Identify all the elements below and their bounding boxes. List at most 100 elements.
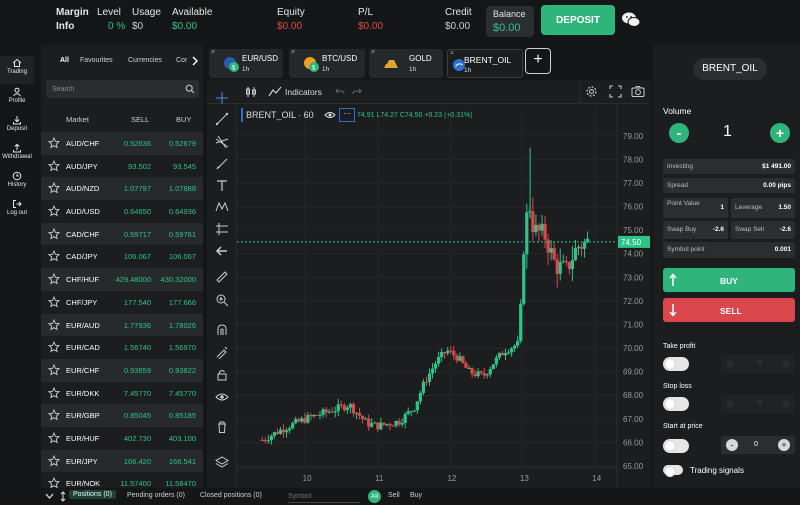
deposit-button[interactable]: DEPOSIT (541, 5, 615, 35)
market-buy-price[interactable]: 0.64936 (169, 207, 196, 216)
pitchfork-icon[interactable] (215, 135, 229, 149)
start-price-plus-button[interactable]: + (778, 439, 790, 451)
market-row[interactable]: EUR/CHF 0.93659 0.93822 (41, 358, 203, 382)
take-profit-toggle[interactable] (663, 357, 689, 371)
symbol-filter-input[interactable] (288, 490, 360, 503)
filter-all[interactable]: All (368, 490, 381, 503)
measure-icon[interactable] (215, 222, 229, 236)
nav-deposit[interactable]: Deposit (0, 113, 34, 139)
star-icon[interactable] (48, 205, 60, 217)
filter-sell[interactable]: Sell (388, 492, 400, 499)
market-sell-price[interactable]: 93.502 (128, 162, 151, 171)
star-icon[interactable] (48, 273, 60, 285)
star-icon[interactable] (48, 137, 60, 149)
chart-tab-btcusd[interactable]: × $ BTC/USD 1h (289, 49, 365, 78)
fullscreen-icon[interactable] (609, 85, 622, 98)
nav-profile[interactable]: Profile (0, 85, 34, 111)
start-price-toggle[interactable] (663, 439, 689, 453)
market-sell-price[interactable]: 177.540 (124, 298, 151, 307)
trend-line-icon[interactable] (215, 112, 229, 126)
price-chart[interactable]: 65.00 66.00 67.00 68.00 69.00 70.00 71.00 72.00… (237, 104, 651, 488)
chart-tab-brent-oil[interactable]: × BRENT_OIL 1h (447, 49, 523, 78)
search-icon[interactable] (185, 84, 195, 94)
market-row[interactable]: EUR/GBP 0.85045 0.85185 (41, 404, 203, 427)
market-row[interactable]: CAD/CHF 0.59717 0.59761 (41, 222, 203, 246)
market-buy-price[interactable]: 1.78026 (169, 321, 196, 330)
market-sell-price[interactable]: 0.85045 (124, 411, 151, 420)
pencil-lock-icon[interactable] (215, 345, 229, 359)
sell-button[interactable]: SELL (663, 298, 795, 322)
crosshair-icon[interactable] (215, 91, 229, 105)
market-row[interactable]: AUD/NZD 1.07797 1.07888 (41, 177, 203, 201)
market-sell-price[interactable]: 1.56740 (124, 343, 151, 352)
nav-logout[interactable]: Log out (0, 197, 34, 223)
star-icon[interactable] (48, 250, 60, 262)
market-sell-price[interactable]: 402.730 (124, 434, 151, 443)
zoom-in-icon[interactable] (215, 293, 229, 307)
market-buy-price[interactable]: 403.100 (169, 434, 196, 443)
market-buy-price[interactable]: 166.541 (169, 457, 196, 466)
candle-type-icon[interactable] (245, 86, 257, 98)
tab-commodities[interactable]: Cor (176, 57, 187, 64)
resize-vertical-icon[interactable] (60, 491, 66, 502)
volume-plus-button[interactable]: + (770, 123, 790, 143)
market-buy-price[interactable]: 0.59761 (169, 230, 196, 239)
filter-buy[interactable]: Buy (410, 492, 422, 499)
nav-withdrawal[interactable]: Withdrawal (0, 141, 34, 167)
market-row[interactable]: EUR/NOK 11.57400 11.58470 (41, 472, 203, 488)
arrow-left-icon[interactable] (215, 244, 229, 258)
nav-trading[interactable]: Trading (0, 56, 34, 84)
camera-icon[interactable] (631, 85, 645, 98)
market-buy-price[interactable]: 106.067 (169, 252, 196, 261)
close-icon[interactable]: × (371, 49, 375, 56)
volume-minus-button[interactable]: - (669, 123, 689, 143)
market-sell-price[interactable]: 1.07797 (124, 184, 151, 193)
redo-icon[interactable] (352, 87, 362, 97)
wechat-icon[interactable] (621, 10, 641, 30)
indicators-icon[interactable] (268, 86, 282, 98)
star-icon[interactable] (48, 227, 60, 240)
star-icon[interactable] (48, 363, 60, 376)
market-sell-price[interactable]: 0.52636 (124, 139, 151, 148)
tab-all[interactable]: All (60, 57, 69, 64)
market-row[interactable]: AUD/USD 0.64850 0.64936 (41, 200, 203, 223)
tab-currencies[interactable]: Currencies (128, 57, 162, 64)
market-row[interactable]: EUR/CAD 1.56740 1.56970 (41, 336, 203, 359)
market-buy-price[interactable]: 0.85185 (169, 411, 196, 420)
text-tool-icon[interactable] (215, 179, 229, 193)
add-chart-tab-button[interactable]: + (525, 48, 551, 74)
chart-tab-eurusd[interactable]: × $ EUR/USD 1h (209, 49, 283, 78)
market-row[interactable]: EUR/AUD 1.77936 1.78026 (41, 313, 203, 337)
ruler-icon[interactable] (215, 270, 229, 284)
market-row[interactable]: AUD/CHF 0.52636 0.52679 (41, 132, 203, 155)
nav-history[interactable]: History (0, 169, 34, 195)
star-icon[interactable] (48, 295, 60, 308)
eye-icon[interactable] (215, 390, 229, 404)
market-row[interactable]: EUR/DKK 7.45770 7.45770 (41, 382, 203, 405)
stop-loss-toggle[interactable] (663, 397, 689, 411)
close-icon[interactable]: × (291, 49, 295, 56)
market-buy-price[interactable]: 1.07888 (169, 184, 196, 193)
market-row[interactable]: EUR/JPY 166.420 166.541 (41, 449, 203, 473)
volume-value[interactable]: 1 (723, 123, 732, 141)
start-price-field[interactable]: - 0 + (721, 436, 795, 454)
market-buy-price[interactable]: 1.56970 (169, 343, 196, 352)
indicators-button[interactable]: Indicators (285, 87, 322, 97)
pattern-icon[interactable] (215, 200, 229, 214)
start-price-minus-button[interactable]: - (726, 439, 738, 451)
trash-icon[interactable] (215, 420, 229, 434)
lock-icon[interactable] (215, 368, 229, 382)
market-row[interactable]: EUR/HUF 402.730 403.100 (41, 427, 203, 450)
brush-icon[interactable] (215, 157, 229, 171)
market-row[interactable]: CHF/JPY 177.540 177.666 (41, 291, 203, 314)
eye-icon[interactable] (324, 110, 336, 120)
star-icon[interactable] (48, 341, 60, 353)
chevron-down-icon[interactable] (45, 493, 54, 500)
market-buy-price[interactable]: 93.545 (173, 162, 196, 171)
market-sell-price[interactable]: 11.57400 (120, 479, 151, 488)
market-buy-price[interactable]: 430.32000 (161, 275, 196, 284)
star-icon[interactable] (48, 454, 60, 467)
chart-tab-gold[interactable]: × GOLD 1h (369, 49, 443, 78)
gear-icon[interactable] (585, 85, 598, 98)
market-row[interactable]: AUD/JPY 93.502 93.545 (41, 155, 203, 178)
